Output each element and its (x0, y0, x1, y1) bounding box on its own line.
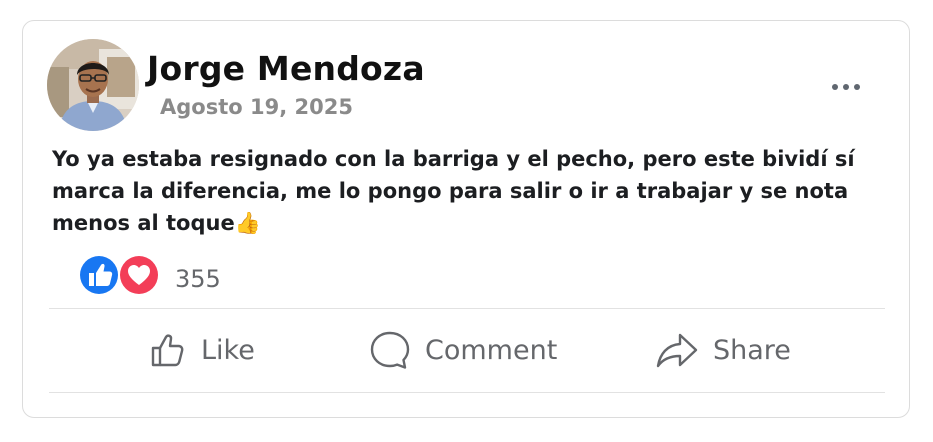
comment-bubble-icon (370, 331, 410, 369)
divider (49, 392, 885, 393)
share-button[interactable]: Share (655, 311, 791, 389)
person-photo-icon (47, 39, 139, 131)
love-reaction-icon (117, 253, 161, 297)
divider (49, 308, 885, 309)
thumbs-up-icon (151, 334, 184, 367)
ellipsis-icon (832, 84, 838, 90)
like-button[interactable]: Like (147, 311, 255, 389)
post-actions-bar: Like Comment Share (49, 311, 885, 389)
like-reaction-icon (77, 253, 121, 297)
share-arrow-icon (656, 333, 698, 368)
reaction-count: 355 (175, 265, 221, 293)
post-date[interactable]: Agosto 19, 2025 (160, 95, 353, 119)
share-button-label: Share (713, 334, 791, 366)
ellipsis-icon (843, 84, 849, 90)
author-avatar[interactable] (47, 39, 139, 131)
more-options-button[interactable] (826, 75, 866, 99)
comment-button[interactable]: Comment (369, 311, 557, 389)
ellipsis-icon (854, 84, 860, 90)
reactions-summary[interactable]: 355 (77, 253, 277, 299)
like-button-label: Like (201, 334, 255, 366)
author-name[interactable]: Jorge Mendoza (147, 49, 425, 88)
comment-button-label: Comment (425, 334, 558, 366)
post-card: Jorge Mendoza Agosto 19, 2025 Yo ya esta… (22, 20, 910, 418)
post-body-text: Yo ya estaba resignado con la barriga y … (52, 147, 855, 235)
